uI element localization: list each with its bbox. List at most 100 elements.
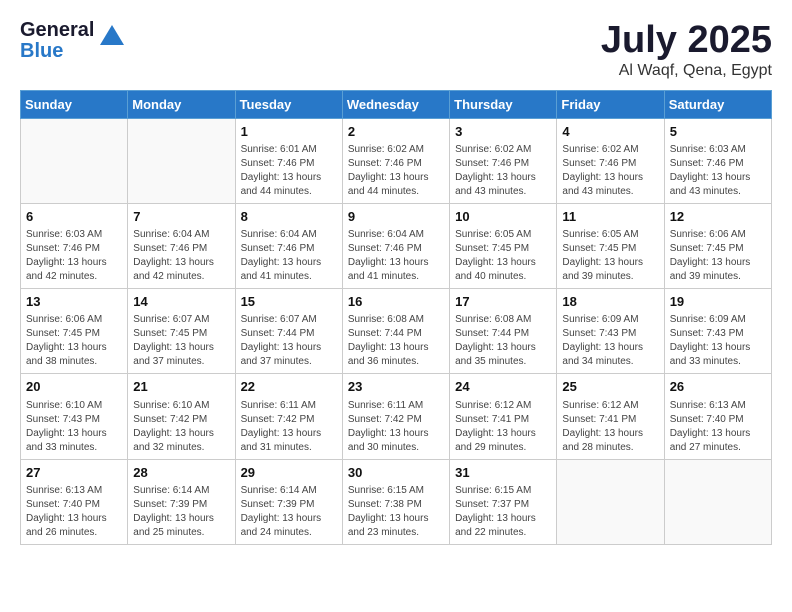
page-header: General Blue July 2025 Al Waqf, Qena, Eg…: [20, 20, 772, 80]
calendar-day-cell: 26 Sunrise: 6:13 AM Sunset: 7:40 PM Dayli…: [664, 374, 771, 459]
calendar-week-row: 6 Sunrise: 6:03 AM Sunset: 7:46 PM Daylig…: [21, 203, 772, 288]
calendar-day-cell: 3Sunrise: 6:02 AM Sunset: 7:46 PM Daylig…: [450, 118, 557, 203]
calendar-day-cell: [664, 459, 771, 544]
day-info: Sunrise: 6:03 AM Sunset: 7:46 PM Dayligh…: [26, 228, 122, 284]
calendar-day-cell: 11 Sunrise: 6:05 AM Sunset: 7:45 PM Dayli…: [557, 203, 664, 288]
day-number: 16: [348, 293, 444, 311]
calendar-day-cell: 23Sunrise: 6:11 AM Sunset: 7:42 PM Dayli…: [342, 374, 449, 459]
calendar-day-cell: 20 Sunrise: 6:10 AM Sunset: 7:43 PM Dayli…: [21, 374, 128, 459]
calendar-day-cell: 9Sunrise: 6:04 AM Sunset: 7:46 PM Daylig…: [342, 203, 449, 288]
day-info: Sunrise: 6:07 AM Sunset: 7:44 PM Dayligh…: [241, 313, 337, 369]
day-number: 31: [455, 464, 551, 482]
day-of-week-header: Friday: [557, 90, 664, 118]
calendar-day-cell: 29Sunrise: 6:14 AM Sunset: 7:39 PM Dayli…: [235, 459, 342, 544]
calendar-day-cell: 30 Sunrise: 6:15 AM Sunset: 7:38 PM Dayli…: [342, 459, 449, 544]
day-info: Sunrise: 6:05 AM Sunset: 7:45 PM Dayligh…: [562, 228, 658, 284]
day-info: Sunrise: 6:08 AM Sunset: 7:44 PM Dayligh…: [455, 313, 551, 369]
day-info: Sunrise: 6:15 AM Sunset: 7:38 PM Dayligh…: [348, 484, 444, 540]
calendar-day-cell: 8Sunrise: 6:04 AM Sunset: 7:46 PM Daylig…: [235, 203, 342, 288]
logo-text: General Blue: [20, 20, 94, 62]
day-number: 13: [26, 293, 122, 311]
day-number: 8: [241, 208, 337, 226]
calendar-day-cell: 31Sunrise: 6:15 AM Sunset: 7:37 PM Dayli…: [450, 459, 557, 544]
day-number: 2: [348, 123, 444, 141]
day-number: 19: [670, 293, 766, 311]
day-info: Sunrise: 6:07 AM Sunset: 7:45 PM Dayligh…: [133, 313, 229, 369]
calendar-day-cell: 17 Sunrise: 6:08 AM Sunset: 7:44 PM Dayli…: [450, 289, 557, 374]
calendar-day-cell: 14 Sunrise: 6:07 AM Sunset: 7:45 PM Dayli…: [128, 289, 235, 374]
calendar-week-row: 20 Sunrise: 6:10 AM Sunset: 7:43 PM Dayli…: [21, 374, 772, 459]
day-number: 24: [455, 378, 551, 396]
logo-blue: Blue: [20, 40, 63, 62]
calendar-day-cell: 24Sunrise: 6:12 AM Sunset: 7:41 PM Dayli…: [450, 374, 557, 459]
day-info: Sunrise: 6:03 AM Sunset: 7:46 PM Dayligh…: [670, 143, 766, 199]
calendar-day-cell: 5 Sunrise: 6:03 AM Sunset: 7:46 PM Daylig…: [664, 118, 771, 203]
day-info: Sunrise: 6:13 AM Sunset: 7:40 PM Dayligh…: [670, 399, 766, 455]
day-of-week-header: Tuesday: [235, 90, 342, 118]
calendar-header-row: SundayMondayTuesdayWednesdayThursdayFrid…: [21, 90, 772, 118]
day-number: 17: [455, 293, 551, 311]
calendar-day-cell: 7Sunrise: 6:04 AM Sunset: 7:46 PM Daylig…: [128, 203, 235, 288]
day-info: Sunrise: 6:06 AM Sunset: 7:45 PM Dayligh…: [670, 228, 766, 284]
day-number: 1: [241, 123, 337, 141]
day-number: 7: [133, 208, 229, 226]
day-info: Sunrise: 6:10 AM Sunset: 7:43 PM Dayligh…: [26, 399, 122, 455]
calendar-day-cell: 2Sunrise: 6:02 AM Sunset: 7:46 PM Daylig…: [342, 118, 449, 203]
calendar-day-cell: 6 Sunrise: 6:03 AM Sunset: 7:46 PM Daylig…: [21, 203, 128, 288]
day-info: Sunrise: 6:08 AM Sunset: 7:44 PM Dayligh…: [348, 313, 444, 369]
day-of-week-header: Wednesday: [342, 90, 449, 118]
location-subtitle: Al Waqf, Qena, Egypt: [601, 62, 772, 80]
day-number: 26: [670, 378, 766, 396]
day-info: Sunrise: 6:12 AM Sunset: 7:41 PM Dayligh…: [562, 399, 658, 455]
calendar-day-cell: 22 Sunrise: 6:11 AM Sunset: 7:42 PM Dayli…: [235, 374, 342, 459]
calendar-day-cell: [128, 118, 235, 203]
day-number: 10: [455, 208, 551, 226]
day-number: 30: [348, 464, 444, 482]
calendar-day-cell: 4Sunrise: 6:02 AM Sunset: 7:46 PM Daylig…: [557, 118, 664, 203]
day-of-week-header: Thursday: [450, 90, 557, 118]
day-info: Sunrise: 6:11 AM Sunset: 7:42 PM Dayligh…: [241, 399, 337, 455]
calendar-day-cell: 13Sunrise: 6:06 AM Sunset: 7:45 PM Dayli…: [21, 289, 128, 374]
calendar-day-cell: 12 Sunrise: 6:06 AM Sunset: 7:45 PM Dayli…: [664, 203, 771, 288]
day-info: Sunrise: 6:09 AM Sunset: 7:43 PM Dayligh…: [670, 313, 766, 369]
calendar-day-cell: 1 Sunrise: 6:01 AM Sunset: 7:46 PM Daylig…: [235, 118, 342, 203]
calendar-week-row: 27 Sunrise: 6:13 AM Sunset: 7:40 PM Dayli…: [21, 459, 772, 544]
calendar-week-row: 13Sunrise: 6:06 AM Sunset: 7:45 PM Dayli…: [21, 289, 772, 374]
day-number: 4: [562, 123, 658, 141]
day-number: 25: [562, 378, 658, 396]
logo-general: General: [20, 19, 94, 41]
day-info: Sunrise: 6:02 AM Sunset: 7:46 PM Dayligh…: [455, 143, 551, 199]
calendar-day-cell: [21, 118, 128, 203]
day-number: 12: [670, 208, 766, 226]
day-info: Sunrise: 6:09 AM Sunset: 7:43 PM Dayligh…: [562, 313, 658, 369]
calendar-day-cell: 15 Sunrise: 6:07 AM Sunset: 7:44 PM Dayli…: [235, 289, 342, 374]
day-of-week-header: Saturday: [664, 90, 771, 118]
day-number: 20: [26, 378, 122, 396]
calendar-day-cell: [557, 459, 664, 544]
title-area: July 2025 Al Waqf, Qena, Egypt: [601, 20, 772, 80]
day-number: 15: [241, 293, 337, 311]
calendar-week-row: 1 Sunrise: 6:01 AM Sunset: 7:46 PM Daylig…: [21, 118, 772, 203]
day-of-week-header: Sunday: [21, 90, 128, 118]
day-info: Sunrise: 6:13 AM Sunset: 7:40 PM Dayligh…: [26, 484, 122, 540]
day-info: Sunrise: 6:04 AM Sunset: 7:46 PM Dayligh…: [348, 228, 444, 284]
day-number: 29: [241, 464, 337, 482]
day-number: 21: [133, 378, 229, 396]
calendar-day-cell: 18Sunrise: 6:09 AM Sunset: 7:43 PM Dayli…: [557, 289, 664, 374]
calendar-day-cell: 25 Sunrise: 6:12 AM Sunset: 7:41 PM Dayli…: [557, 374, 664, 459]
day-number: 11: [562, 208, 658, 226]
day-number: 23: [348, 378, 444, 396]
day-number: 5: [670, 123, 766, 141]
calendar-day-cell: 21Sunrise: 6:10 AM Sunset: 7:42 PM Dayli…: [128, 374, 235, 459]
day-number: 14: [133, 293, 229, 311]
logo-icon: [98, 23, 126, 51]
calendar-table: SundayMondayTuesdayWednesdayThursdayFrid…: [20, 90, 772, 545]
day-number: 27: [26, 464, 122, 482]
month-year-title: July 2025: [601, 20, 772, 62]
day-info: Sunrise: 6:14 AM Sunset: 7:39 PM Dayligh…: [133, 484, 229, 540]
day-info: Sunrise: 6:01 AM Sunset: 7:46 PM Dayligh…: [241, 143, 337, 199]
day-number: 22: [241, 378, 337, 396]
day-number: 28: [133, 464, 229, 482]
day-of-week-header: Monday: [128, 90, 235, 118]
day-number: 6: [26, 208, 122, 226]
